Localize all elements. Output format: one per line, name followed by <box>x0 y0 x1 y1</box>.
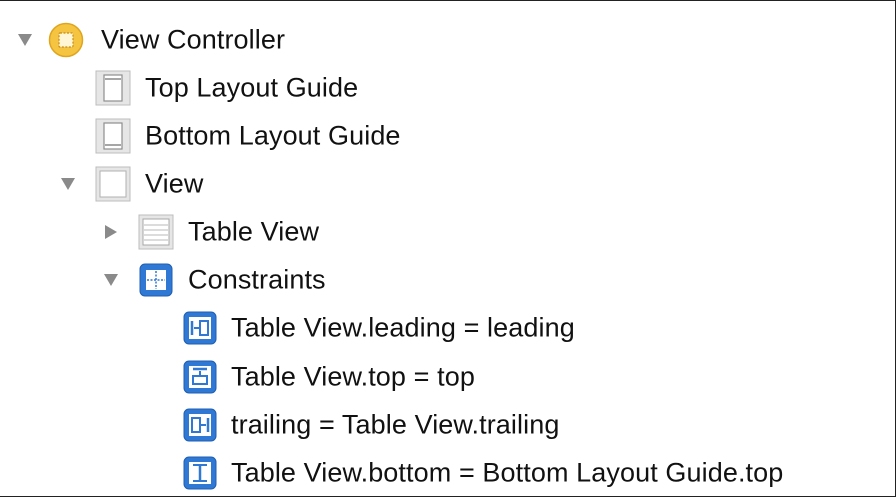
outline-label: trailing = Table View.trailing <box>231 409 560 440</box>
outline-row-bottom-layout-guide[interactable]: Bottom Layout Guide <box>0 112 895 160</box>
constraints-icon <box>138 262 174 298</box>
top-layout-guide-icon <box>95 70 131 106</box>
bottom-constraint-icon <box>182 455 218 491</box>
view-icon <box>95 166 131 202</box>
outline-label: View Controller <box>101 24 286 55</box>
outline-label: Top Layout Guide <box>145 72 359 103</box>
outline-row-table-view[interactable]: Table View <box>0 208 895 256</box>
outline-label: Bottom Layout Guide <box>145 120 401 151</box>
trailing-constraint-icon <box>182 407 218 443</box>
outline-label: Table View.bottom = Bottom Layout Guide.… <box>231 457 784 488</box>
outline-label: Table View.leading = leading <box>231 312 575 343</box>
disclosure-expanded-icon[interactable] <box>17 32 33 48</box>
outline-row-view-controller[interactable]: View Controller <box>0 16 895 64</box>
outline-row-top-layout-guide[interactable]: Top Layout Guide <box>0 64 895 112</box>
outline-row-constraint[interactable]: Table View.bottom = Bottom Layout Guide.… <box>0 449 895 497</box>
leading-constraint-icon <box>182 310 218 346</box>
outline-label: Table View.top = top <box>231 361 475 392</box>
disclosure-expanded-icon[interactable] <box>103 272 119 288</box>
view-controller-icon <box>48 22 84 58</box>
outline-row-constraint[interactable]: Table View.top = top <box>0 353 895 401</box>
outline-label: Constraints <box>188 264 326 295</box>
top-constraint-icon <box>182 359 218 395</box>
disclosure-expanded-icon[interactable] <box>60 176 76 192</box>
disclosure-collapsed-icon[interactable] <box>103 224 119 240</box>
outline-row-constraint[interactable]: Table View.leading = leading <box>0 304 895 352</box>
table-view-icon <box>138 214 174 250</box>
outline-row-constraints[interactable]: Constraints <box>0 256 895 304</box>
outline-label: View <box>145 168 204 199</box>
outline-row-constraint[interactable]: trailing = Table View.trailing <box>0 401 895 449</box>
outline-row-view[interactable]: View <box>0 160 895 208</box>
outline-label: Table View <box>188 216 320 247</box>
document-outline: View Controller Top Layout Guide Bottom … <box>0 0 896 497</box>
bottom-layout-guide-icon <box>95 118 131 154</box>
